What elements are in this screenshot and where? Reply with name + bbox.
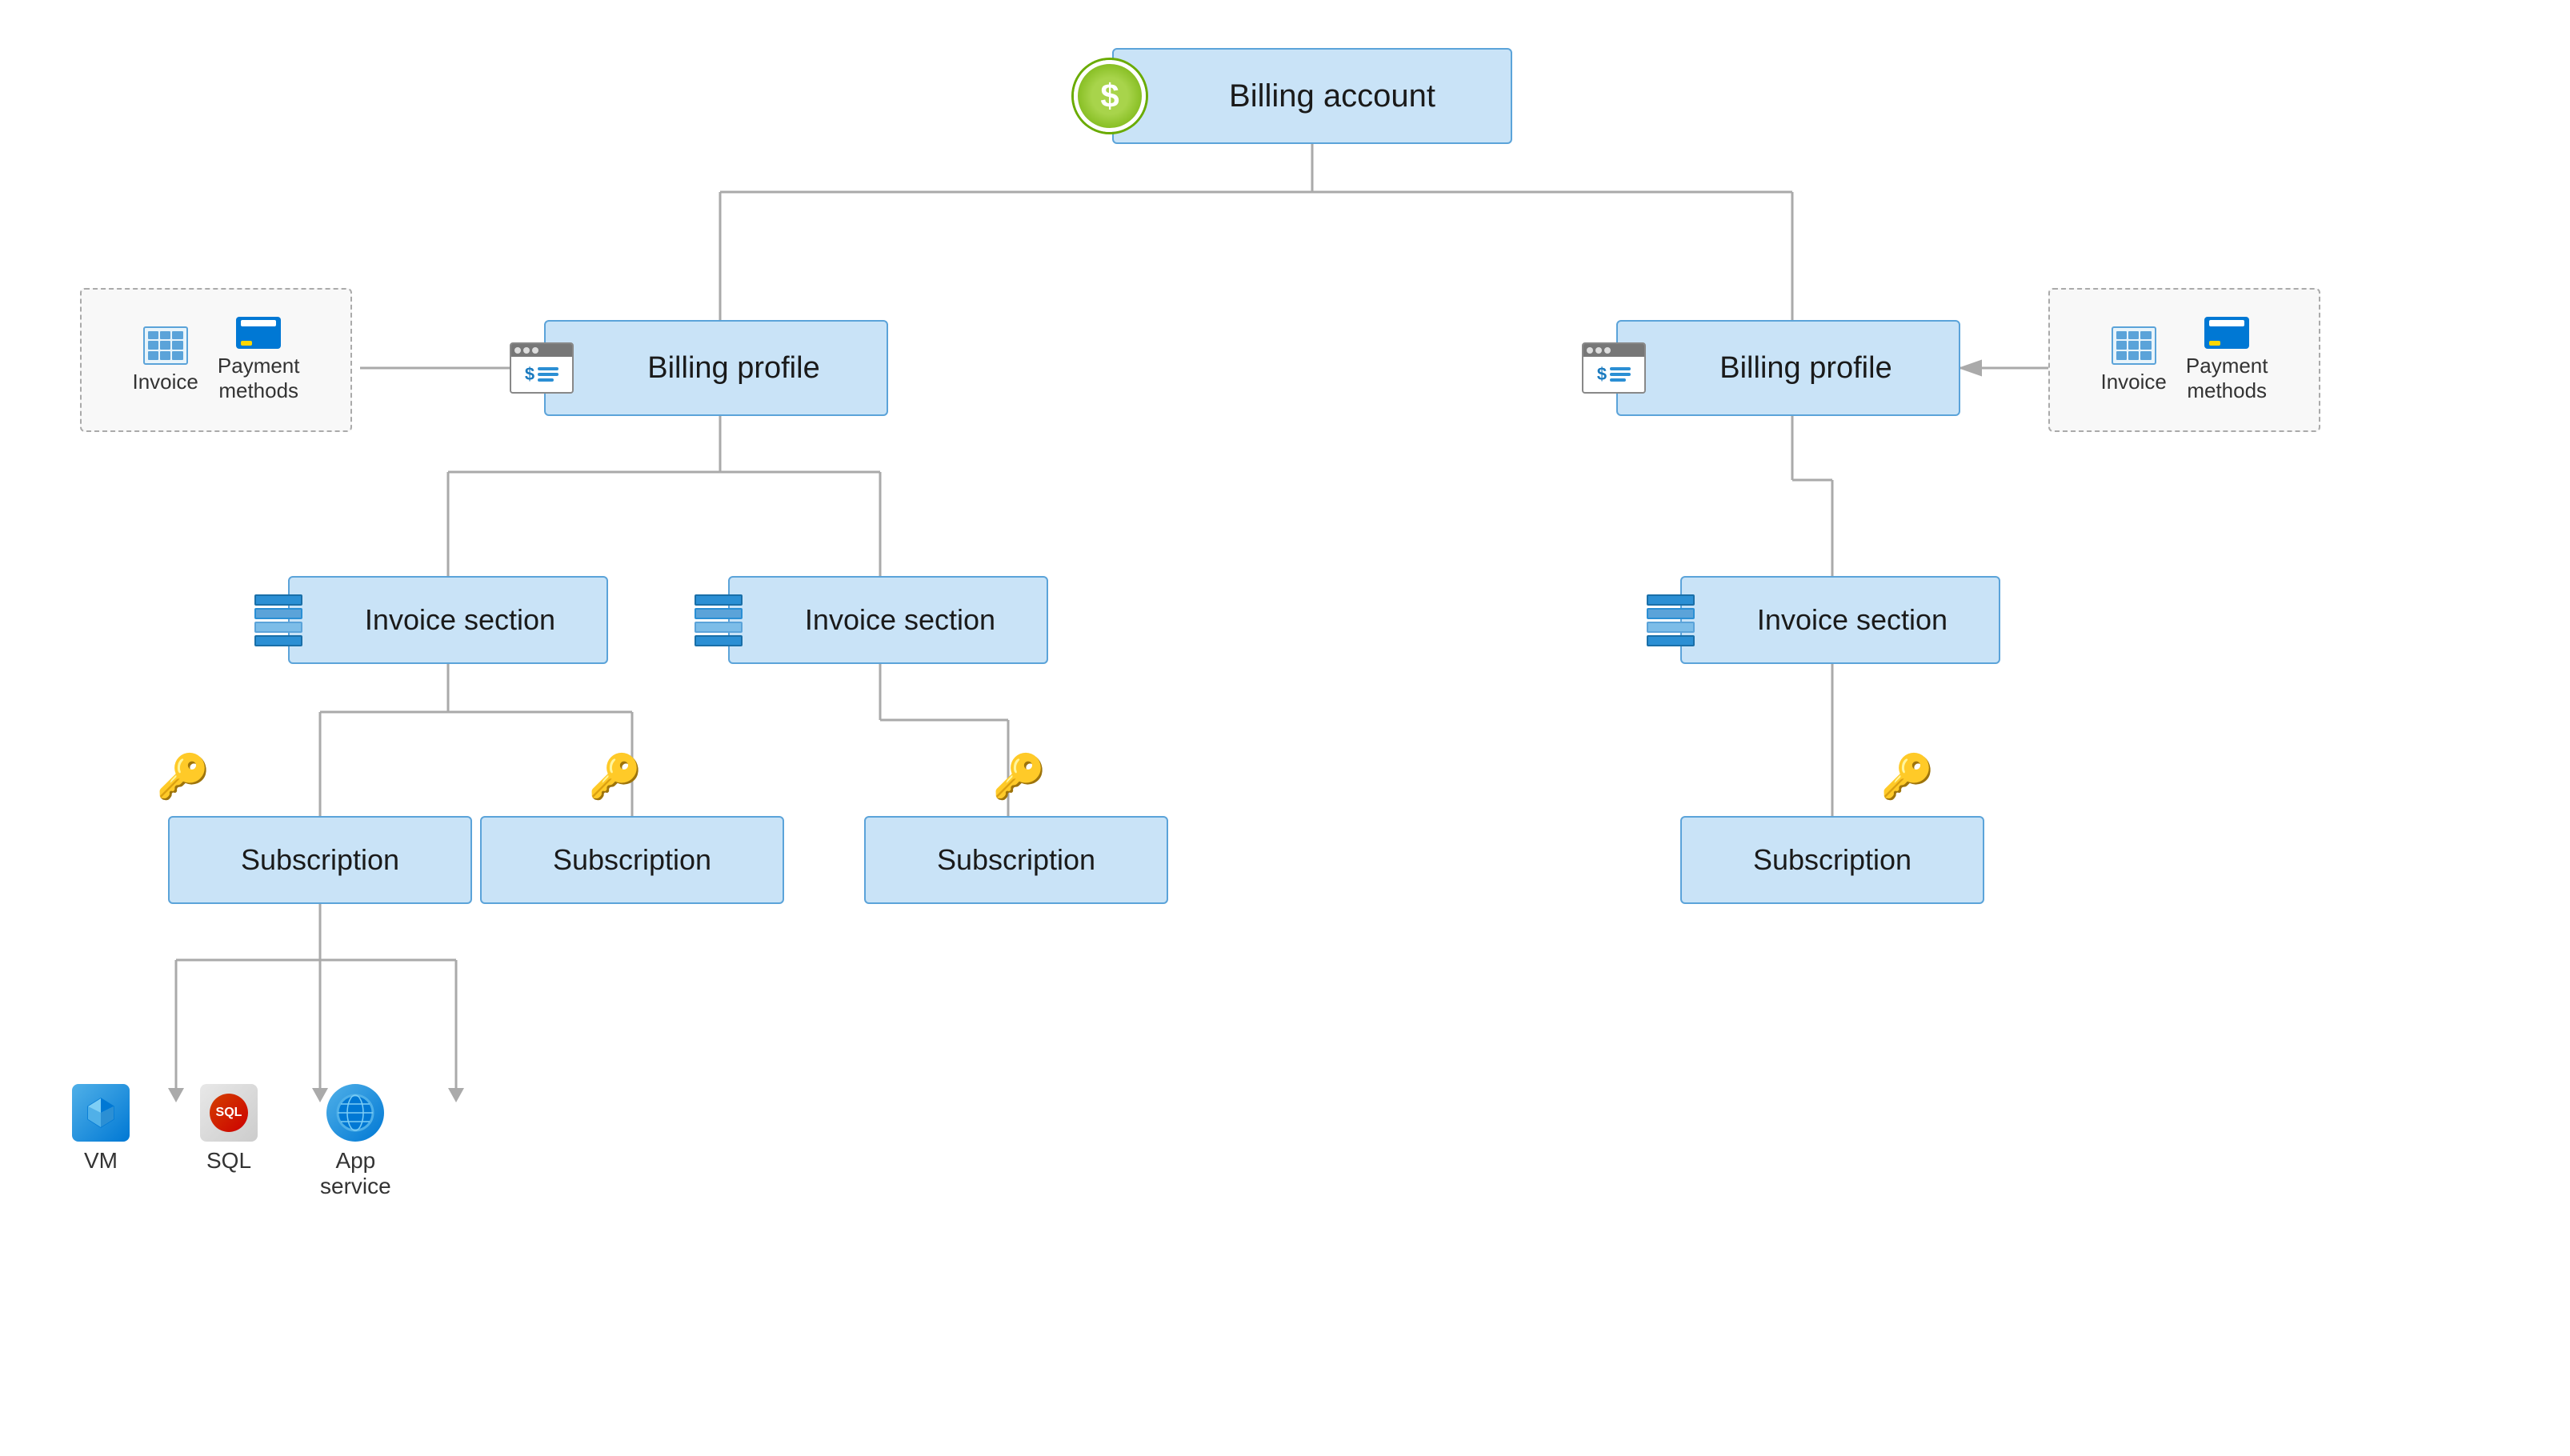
payment-label-right: Paymentmethods — [2186, 354, 2268, 403]
subscription-3-label: Subscription — [937, 843, 1095, 877]
payment-label-left: Paymentmethods — [218, 354, 300, 403]
dollar-icon: $ — [1100, 77, 1119, 115]
subscription-4-label: Subscription — [1753, 843, 1911, 877]
key-icon-sub3: 🔑 — [992, 752, 1046, 802]
invoice-section-2-label: Invoice section — [781, 603, 995, 637]
payment-item-left: Paymentmethods — [218, 317, 300, 403]
billing-profile-left-node: $ Billing profile — [544, 320, 888, 416]
billing-profile-right-node: $ Billing profile — [1616, 320, 1960, 416]
invoice-section-1-node: Invoice section — [288, 576, 608, 664]
subscription-2-label: Subscription — [553, 843, 711, 877]
connectors-svg — [0, 0, 2570, 1456]
vm-resource: VM — [72, 1084, 130, 1174]
app-service-icon — [335, 1093, 375, 1133]
dashed-box-right: Invoice Paymentmethods — [2048, 288, 2320, 432]
invoice-section-2-node: Invoice section — [728, 576, 1048, 664]
invoice-label-left: Invoice — [133, 370, 198, 394]
sql-label: SQL — [206, 1148, 251, 1174]
invoice-item-right: Invoice — [2101, 326, 2167, 394]
billing-profile-right-label: Billing profile — [1684, 351, 1891, 386]
subscription-3-node: Subscription — [864, 816, 1168, 904]
payment-item-right: Paymentmethods — [2186, 317, 2268, 403]
vm-label: VM — [84, 1148, 118, 1174]
diagram-container: $ Billing account $ — [0, 0, 2570, 1456]
sql-resource: SQL SQL — [200, 1084, 258, 1174]
subscription-1-label: Subscription — [241, 843, 399, 877]
key-icon-sub1: 🔑 — [156, 752, 210, 802]
billing-account-node: $ Billing account — [1112, 48, 1512, 144]
key-icon-sub2: 🔑 — [588, 752, 642, 802]
invoice-section-3-label: Invoice section — [1733, 603, 1948, 637]
invoice-section-3-node: Invoice section — [1680, 576, 2000, 664]
subscription-4-node: Subscription — [1680, 816, 1984, 904]
invoice-section-1-label: Invoice section — [341, 603, 555, 637]
app-service-label: Appservice — [320, 1148, 391, 1199]
billing-account-label: Billing account — [1189, 78, 1435, 114]
subscription-2-node: Subscription — [480, 816, 784, 904]
app-service-resource: Appservice — [320, 1084, 391, 1199]
invoice-label-right: Invoice — [2101, 370, 2167, 394]
vm-icon — [83, 1095, 118, 1130]
subscription-1-node: Subscription — [168, 816, 472, 904]
billing-profile-left-label: Billing profile — [612, 351, 819, 386]
dashed-box-left: Invoice Paymentmethods — [80, 288, 352, 432]
key-icon-sub4: 🔑 — [1880, 752, 1934, 802]
invoice-item-left: Invoice — [133, 326, 198, 394]
